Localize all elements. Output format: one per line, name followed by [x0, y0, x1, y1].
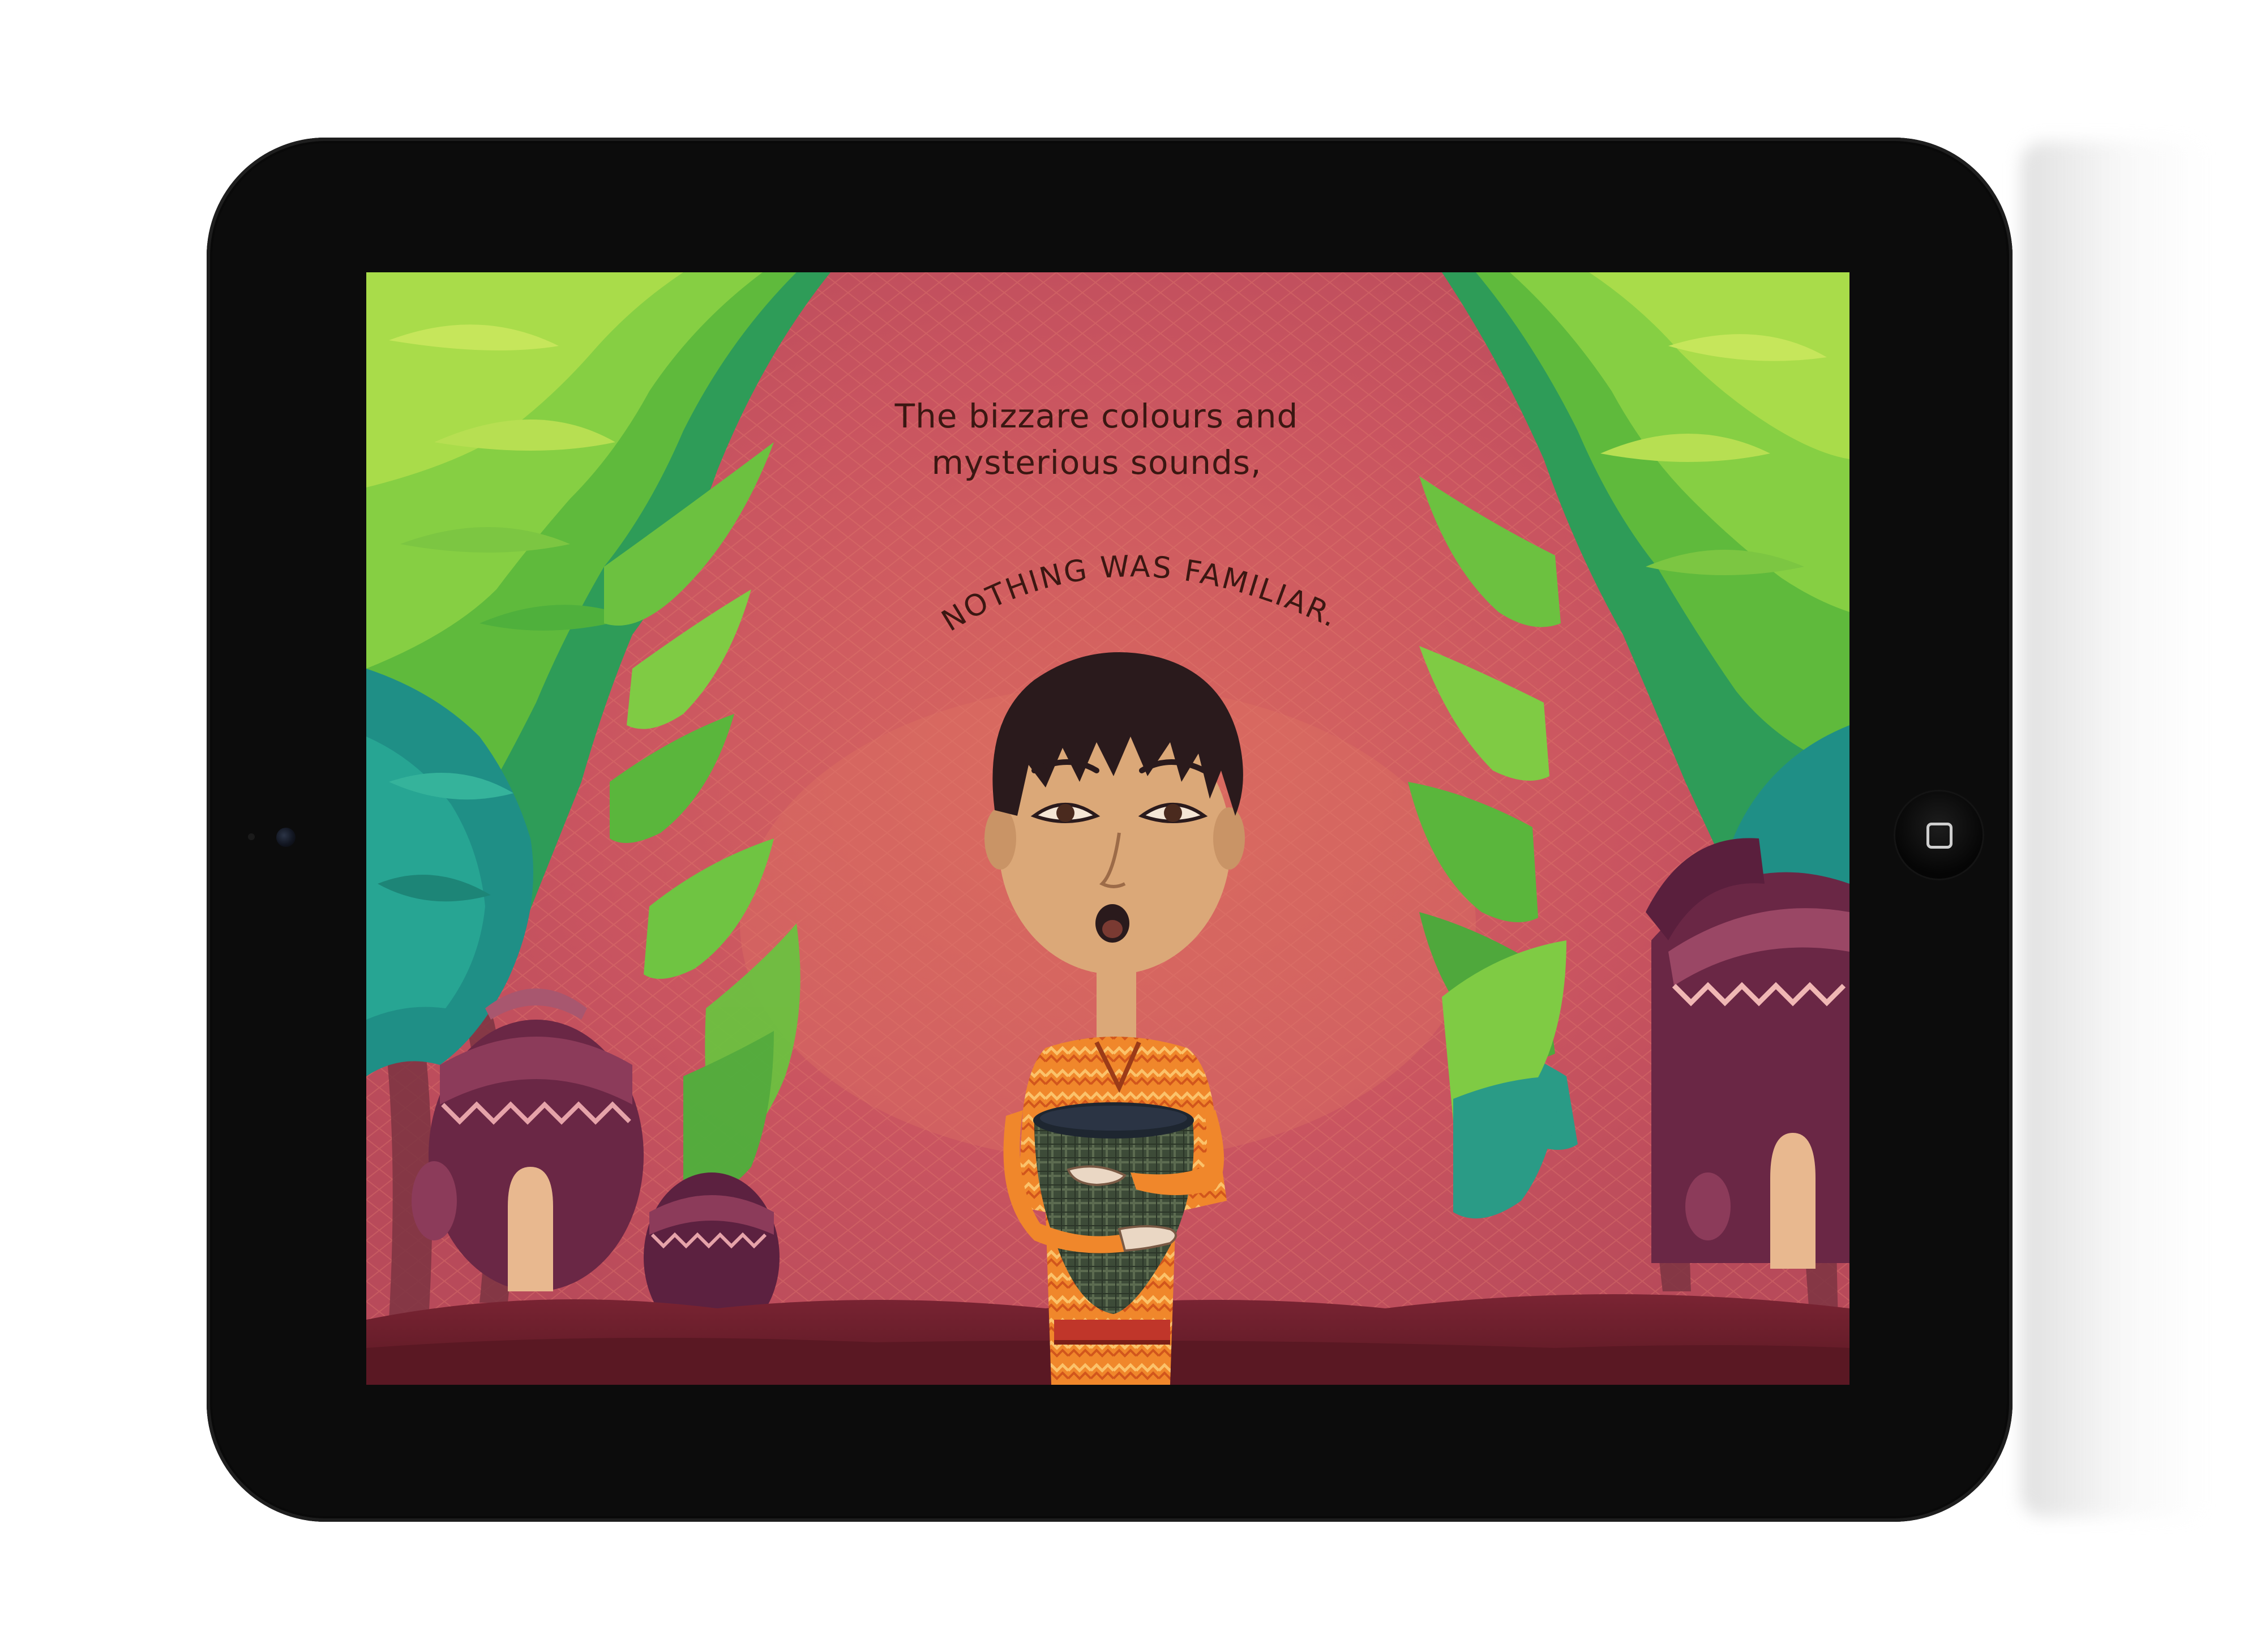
tablet-screen[interactable]: The bizzare colours and mysterious sound…: [366, 272, 1849, 1385]
right-hut: [1646, 838, 1849, 1269]
ambient-sensor: [248, 833, 255, 840]
story-text-line-1: The bizzare colours and: [894, 397, 1299, 435]
story-text-line-2: mysterious sounds,: [931, 443, 1262, 482]
front-camera-icon: [276, 828, 296, 847]
tablet-shadow: [2021, 142, 2208, 1517]
page: The bizzare colours and mysterious sound…: [0, 0, 2265, 1652]
home-square-icon[interactable]: [1926, 823, 1953, 849]
